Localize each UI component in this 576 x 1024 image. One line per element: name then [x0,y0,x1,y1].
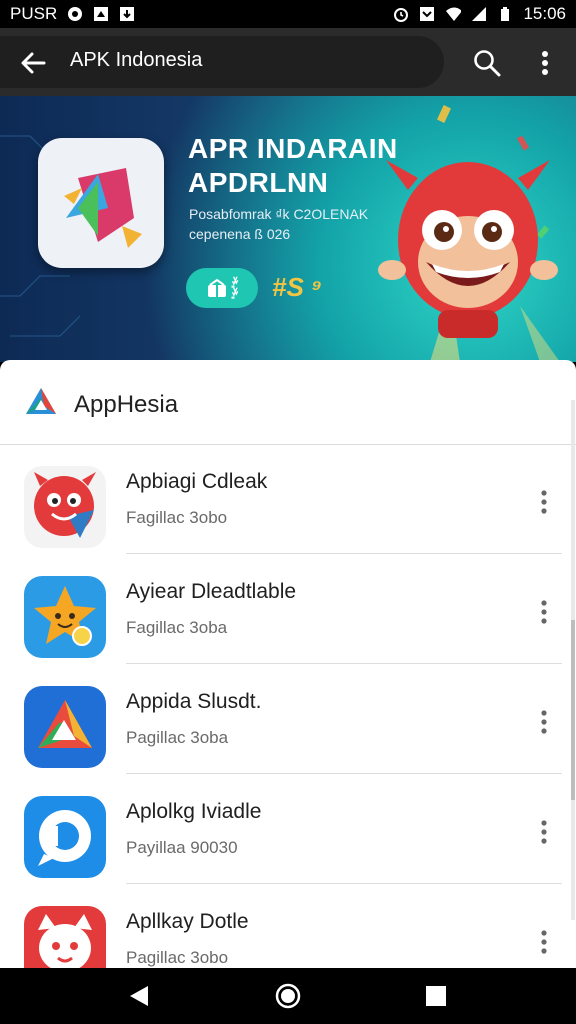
banner-app-logo [38,138,164,268]
app-list-sheet: AppHesia Apbiagi Cdleak Fagillac 3obo Ay… [0,360,576,968]
banner-headline-line1: APR INDARAIN [188,133,398,164]
overflow-menu-button[interactable] [530,48,560,78]
app-overflow-button[interactable] [532,818,556,846]
more-vert-icon [541,710,547,734]
search-icon [474,50,501,77]
search-button[interactable] [472,48,502,78]
star-creature-icon [24,576,106,658]
app-list-item[interactable]: Appida Slusdt. Pagillac 3oba [0,664,576,774]
battery-icon [497,6,513,22]
app-meta: Pagillac 3obo [126,948,229,967]
mascot-icon [378,160,558,338]
square-recents-icon [426,986,446,1006]
app-overflow-button[interactable] [532,928,556,956]
banner-chip-text-2: ꤸꥍ [231,287,239,299]
app-overflow-button[interactable] [532,488,556,516]
app-name: Appida Slusdt. [126,690,262,713]
system-nav-bar [0,968,576,1024]
banner-subtitle-line1: Posabfomrak ₫k C2OLENAK [189,206,369,222]
app-list-item[interactable]: Apllkay Dotle Pagillac 3obo [0,884,576,968]
app-meta: Fagillac 3oba [126,618,228,637]
apk-logo-icon [64,168,142,248]
promo-banner[interactable]: APR INDARAIN APDRLNN Posabfomrak ₫k C2OL… [0,96,576,362]
app-meta: Pagillac 3oba [126,728,229,747]
app-name: Apllkay Dotle [126,910,249,933]
app-list-item[interactable]: Aplolkg Iviadle Payillaa 90030 [0,774,576,884]
app-meta: Payillaa 90030 [126,838,238,857]
signal-icon [471,6,487,22]
triangle-logo-icon [24,686,106,768]
nav-recents-button[interactable] [422,982,450,1010]
status-bar: PUSR 15:06 [0,0,576,28]
app-overflow-button[interactable] [532,598,556,626]
app-name: Apbiagi Cdleak [126,470,268,493]
apphesia-logo-icon [26,388,56,414]
app-meta: Fagillac 3obo [126,508,228,527]
download-icon [119,6,135,22]
toolbar-title-area [0,36,444,88]
more-vert-icon [541,490,547,514]
upload-icon [93,6,109,22]
triangle-back-icon [130,986,148,1006]
notification-icon [67,6,83,22]
app-name: Aplolkg Iviadle [126,800,262,823]
nav-back-button[interactable] [126,982,154,1010]
alarm-icon [393,6,409,22]
app-list-item[interactable]: Apbiagi Cdleak Fagillac 3obo [0,444,576,554]
more-vert-icon [541,930,547,954]
more-vert-icon [541,600,547,624]
nav-home-button[interactable] [274,982,302,1010]
arrow-left-icon [21,52,46,74]
app-name: Ayiear Dleadtlable [126,580,297,603]
wifi-icon [445,6,462,22]
dnd-icon [419,6,435,22]
back-button[interactable] [18,48,48,78]
banner-headline-line2: APDRLNN [188,167,329,198]
app-toolbar: APK Indonesia [0,28,576,96]
banner-tag: #S ⁹ [272,272,323,302]
banner-headline: APR INDARAIN APDRLNN [188,132,398,200]
sheet-header: AppHesia [0,360,576,445]
sheet-title: AppHesia [74,391,179,418]
red-cat-icon [24,906,106,968]
app-overflow-button[interactable] [532,708,556,736]
more-vert-icon [541,820,547,844]
gift-icon [207,278,226,297]
more-vert-icon [542,51,548,75]
banner-chip[interactable]: ꤸꥍ ꤸꥍ [186,268,258,308]
red-monster-icon [24,466,106,548]
scrollbar-thumb[interactable] [571,620,575,800]
banner-subtitle: Posabfomrak ₫k C2OLENAK cepenena ß 026 [189,204,368,244]
clock: 15:06 [523,4,566,23]
home-circle-icon [275,983,301,1009]
carrier-label: PUSR [10,4,58,23]
toolbar-title: APK Indonesia [70,49,203,71]
app-list-item[interactable]: Ayiear Dleadtlable Fagillac 3oba [0,554,576,664]
banner-subtitle-line2: cepenena ß 026 [189,226,291,242]
chat-bubble-icon [24,796,106,878]
